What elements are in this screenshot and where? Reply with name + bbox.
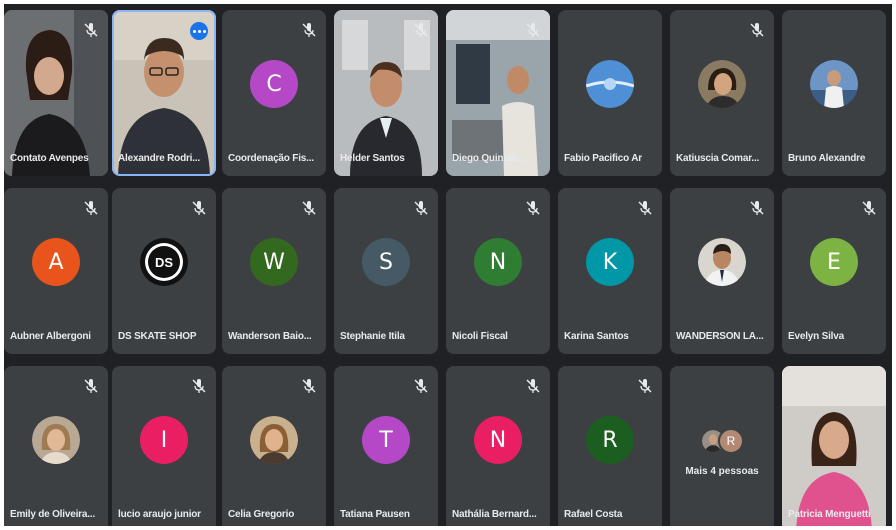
screenshot-frame: Contato Avenpes Alexandre Rodri... C Coo… bbox=[0, 0, 896, 530]
avatar bbox=[586, 60, 634, 108]
avatar: K bbox=[586, 238, 634, 286]
mic-off-icon bbox=[192, 379, 206, 393]
participant-name: Katiuscia Comar... bbox=[676, 153, 760, 164]
mic-off-icon bbox=[414, 201, 428, 215]
avatar: A bbox=[32, 238, 80, 286]
mic-off-icon bbox=[84, 23, 98, 37]
participant-name: Diego Quintan... bbox=[452, 153, 526, 164]
avatar: N bbox=[474, 238, 522, 286]
mic-off-icon bbox=[526, 379, 540, 393]
participant-name: Alexandre Rodri... bbox=[118, 153, 200, 164]
mic-off-icon bbox=[750, 23, 764, 37]
participant-tile-alexandre[interactable]: Alexandre Rodri... bbox=[112, 10, 216, 176]
participant-name: Stephanie Itila bbox=[340, 331, 405, 342]
participant-name: Rafael Costa bbox=[564, 509, 623, 520]
participant-tile-rafael[interactable]: R Rafael Costa bbox=[558, 366, 662, 526]
mic-off-icon bbox=[638, 379, 652, 393]
participant-tile-emily[interactable]: Emily de Oliveira... bbox=[4, 366, 108, 526]
participant-name: Nathália Bernard... bbox=[452, 509, 537, 520]
more-options-button[interactable] bbox=[190, 22, 208, 40]
mic-off-icon bbox=[526, 23, 540, 37]
mic-off-icon bbox=[638, 201, 652, 215]
participant-tile-stephanie[interactable]: S Stephanie Itila bbox=[334, 188, 438, 354]
avatar: I bbox=[140, 416, 188, 464]
participant-name: Bruno Alexandre bbox=[788, 153, 866, 164]
stacked-avatars: R bbox=[698, 428, 746, 454]
participant-name: Aubner Albergoni bbox=[10, 331, 91, 342]
mic-off-icon bbox=[302, 379, 316, 393]
participant-name: Karina Santos bbox=[564, 331, 629, 342]
participant-name: Tatiana Pausen bbox=[340, 509, 410, 520]
mic-off-icon bbox=[526, 201, 540, 215]
participant-tile-aubner[interactable]: A Aubner Albergoni bbox=[4, 188, 108, 354]
participant-name: Coordenação Fis... bbox=[228, 153, 314, 164]
avatar bbox=[698, 238, 746, 286]
avatar: N bbox=[474, 416, 522, 464]
participant-tile-contato-avenpes[interactable]: Contato Avenpes bbox=[4, 10, 108, 176]
participant-name: Emily de Oliveira... bbox=[10, 509, 95, 520]
participant-tile-karina[interactable]: K Karina Santos bbox=[558, 188, 662, 354]
participant-name: Helder Santos bbox=[340, 153, 405, 164]
mic-off-icon bbox=[84, 201, 98, 215]
participant-tile-evelyn[interactable]: E Evelyn Silva bbox=[782, 188, 886, 354]
avatar: S bbox=[362, 238, 410, 286]
participant-tile-wanderson-la[interactable]: WANDERSON LA... bbox=[670, 188, 774, 354]
participant-tile-katiuscia[interactable]: Katiuscia Comar... bbox=[670, 10, 774, 176]
more-people-label: Mais 4 pessoas bbox=[685, 466, 759, 477]
participant-name: Contato Avenpes bbox=[10, 153, 89, 164]
participant-name: Celia Gregorio bbox=[228, 509, 295, 520]
participant-name: Fabio Pacifico Ar bbox=[564, 153, 642, 164]
participant-tile-tatiana[interactable]: T Tatiana Pausen bbox=[334, 366, 438, 526]
participant-name: lucio araujo junior bbox=[118, 509, 201, 520]
avatar: R bbox=[586, 416, 634, 464]
participant-tile-celia[interactable]: Celia Gregorio bbox=[222, 366, 326, 526]
participant-tile-nicoli[interactable]: N Nicoli Fiscal bbox=[446, 188, 550, 354]
mic-off-icon bbox=[862, 201, 876, 215]
avatar-logo: DS bbox=[140, 238, 188, 286]
participant-name: WANDERSON LA... bbox=[676, 331, 764, 342]
participant-name: Wanderson Baio... bbox=[228, 331, 312, 342]
avatar bbox=[32, 416, 80, 464]
avatar: E bbox=[810, 238, 858, 286]
more-people-tile[interactable]: R Mais 4 pessoas bbox=[670, 366, 774, 526]
mic-off-icon bbox=[414, 379, 428, 393]
avatar bbox=[250, 416, 298, 464]
mic-off-icon bbox=[302, 201, 316, 215]
participant-name: Patricia Menguetti bbox=[788, 509, 871, 520]
avatar bbox=[698, 60, 746, 108]
mic-off-icon bbox=[192, 201, 206, 215]
logo-text: DS bbox=[155, 255, 173, 270]
participant-tile-bruno[interactable]: Bruno Alexandre bbox=[782, 10, 886, 176]
avatar: T bbox=[362, 416, 410, 464]
mic-off-icon bbox=[414, 23, 428, 37]
mic-off-icon bbox=[750, 201, 764, 215]
participant-video bbox=[782, 366, 886, 526]
avatar: W bbox=[250, 238, 298, 286]
avatar: R bbox=[718, 428, 744, 454]
participant-tile-coordenacao[interactable]: C Coordenação Fis... bbox=[222, 10, 326, 176]
participant-name: Nicoli Fiscal bbox=[452, 331, 508, 342]
participant-name: Evelyn Silva bbox=[788, 331, 844, 342]
participant-tile-ds-skate-shop[interactable]: DS DS SKATE SHOP bbox=[112, 188, 216, 354]
participant-tile-lucio[interactable]: I lucio araujo junior bbox=[112, 366, 216, 526]
avatar: C bbox=[250, 60, 298, 108]
mic-off-icon bbox=[302, 23, 316, 37]
participant-name: DS SKATE SHOP bbox=[118, 331, 197, 342]
avatar bbox=[810, 60, 858, 108]
participant-tile-fabio[interactable]: Fabio Pacifico Ar bbox=[558, 10, 662, 176]
participant-tile-nathalia[interactable]: N Nathália Bernard... bbox=[446, 366, 550, 526]
participant-tile-wanderson-baio[interactable]: W Wanderson Baio... bbox=[222, 188, 326, 354]
participant-grid: Contato Avenpes Alexandre Rodri... C Coo… bbox=[4, 4, 892, 526]
participant-tile-patricia[interactable]: Patricia Menguetti bbox=[782, 366, 886, 526]
participant-tile-helder[interactable]: Helder Santos bbox=[334, 10, 438, 176]
mic-off-icon bbox=[84, 379, 98, 393]
participant-tile-diego[interactable]: Diego Quintan... bbox=[446, 10, 550, 176]
